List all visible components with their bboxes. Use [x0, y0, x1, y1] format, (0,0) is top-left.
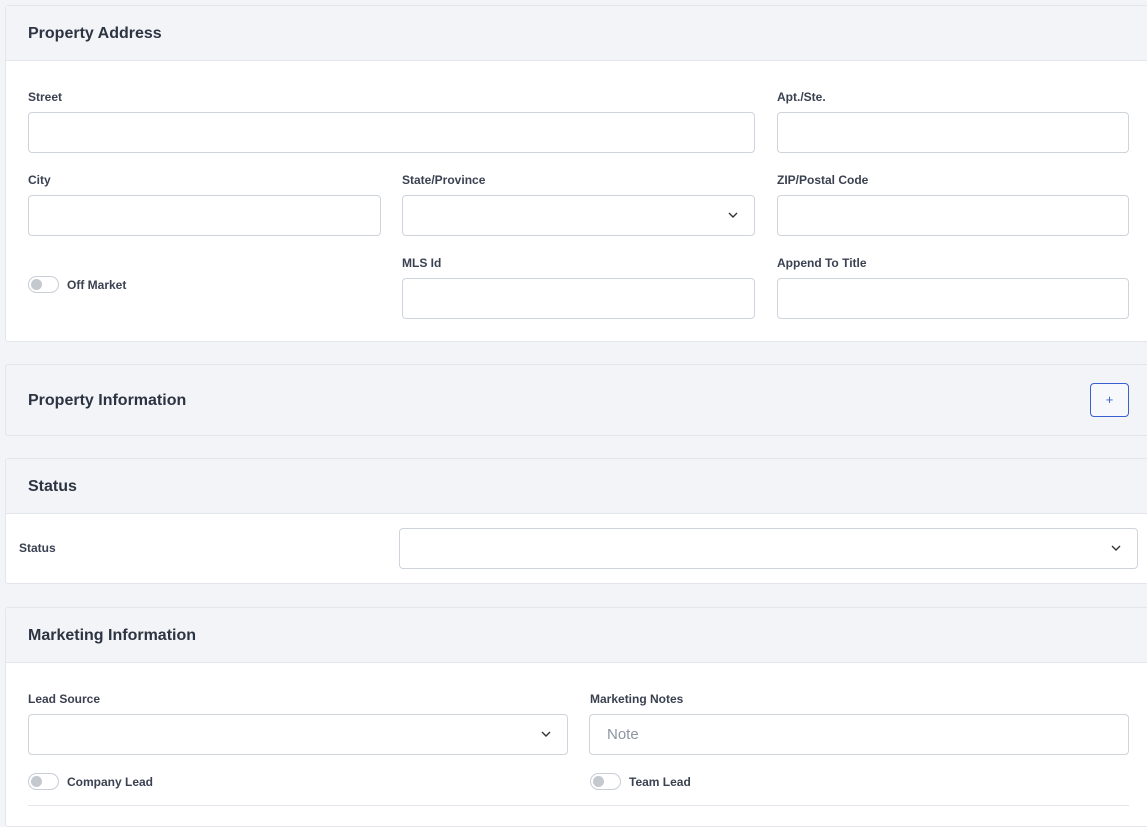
- marketing-header: Marketing Information: [6, 608, 1147, 663]
- property-information-card: Property Information +: [5, 364, 1147, 436]
- zip-input[interactable]: [777, 195, 1129, 236]
- company-lead-label: Company Lead: [67, 775, 154, 789]
- street-input[interactable]: [28, 112, 755, 153]
- lead-source-select[interactable]: [28, 714, 568, 755]
- street-label: Street: [28, 90, 63, 104]
- team-lead-label: Team Lead: [629, 775, 691, 789]
- company-lead-toggle[interactable]: [28, 773, 59, 790]
- chevron-down-icon: [1111, 545, 1121, 551]
- state-label: State/Province: [402, 173, 486, 187]
- status-title: Status: [28, 478, 77, 495]
- marketing-title: Marketing Information: [28, 627, 197, 644]
- mls-input[interactable]: [402, 278, 755, 319]
- append-title-input[interactable]: [777, 278, 1129, 319]
- property-address-header: Property Address: [6, 6, 1147, 61]
- property-information-title: Property Information: [28, 392, 187, 409]
- apt-input[interactable]: [777, 112, 1129, 153]
- status-label: Status: [19, 541, 56, 555]
- status-select[interactable]: [399, 528, 1138, 569]
- notes-placeholder: Note: [607, 726, 639, 743]
- lead-source-label: Lead Source: [28, 692, 101, 706]
- toggle-knob: [31, 776, 42, 787]
- marketing-notes-input[interactable]: Note: [589, 714, 1129, 755]
- off-market-label: Off Market: [67, 278, 127, 292]
- city-input[interactable]: [28, 195, 381, 236]
- chevron-down-icon: [728, 212, 738, 218]
- zip-label: ZIP/Postal Code: [777, 173, 869, 187]
- city-label: City: [28, 173, 51, 187]
- status-card: Status Status: [5, 458, 1147, 584]
- apt-label: Apt./Ste.: [777, 90, 826, 104]
- property-address-card: Property Address Street Apt./Ste. City S…: [5, 5, 1147, 342]
- marketing-card: Marketing Information Lead Source Market…: [5, 607, 1147, 827]
- state-select[interactable]: [402, 195, 755, 236]
- property-address-title: Property Address: [28, 25, 162, 42]
- marketing-notes-label: Marketing Notes: [590, 692, 684, 706]
- mls-label: MLS Id: [402, 256, 442, 270]
- off-market-toggle[interactable]: [28, 276, 59, 293]
- status-header: Status: [6, 459, 1147, 514]
- chevron-down-icon: [541, 731, 551, 737]
- team-lead-toggle[interactable]: [590, 773, 621, 790]
- toggle-knob: [593, 776, 604, 787]
- toggle-knob: [31, 279, 42, 290]
- add-property-info-button[interactable]: +: [1090, 383, 1129, 417]
- append-title-label: Append To Title: [777, 256, 867, 270]
- divider: [28, 805, 1129, 806]
